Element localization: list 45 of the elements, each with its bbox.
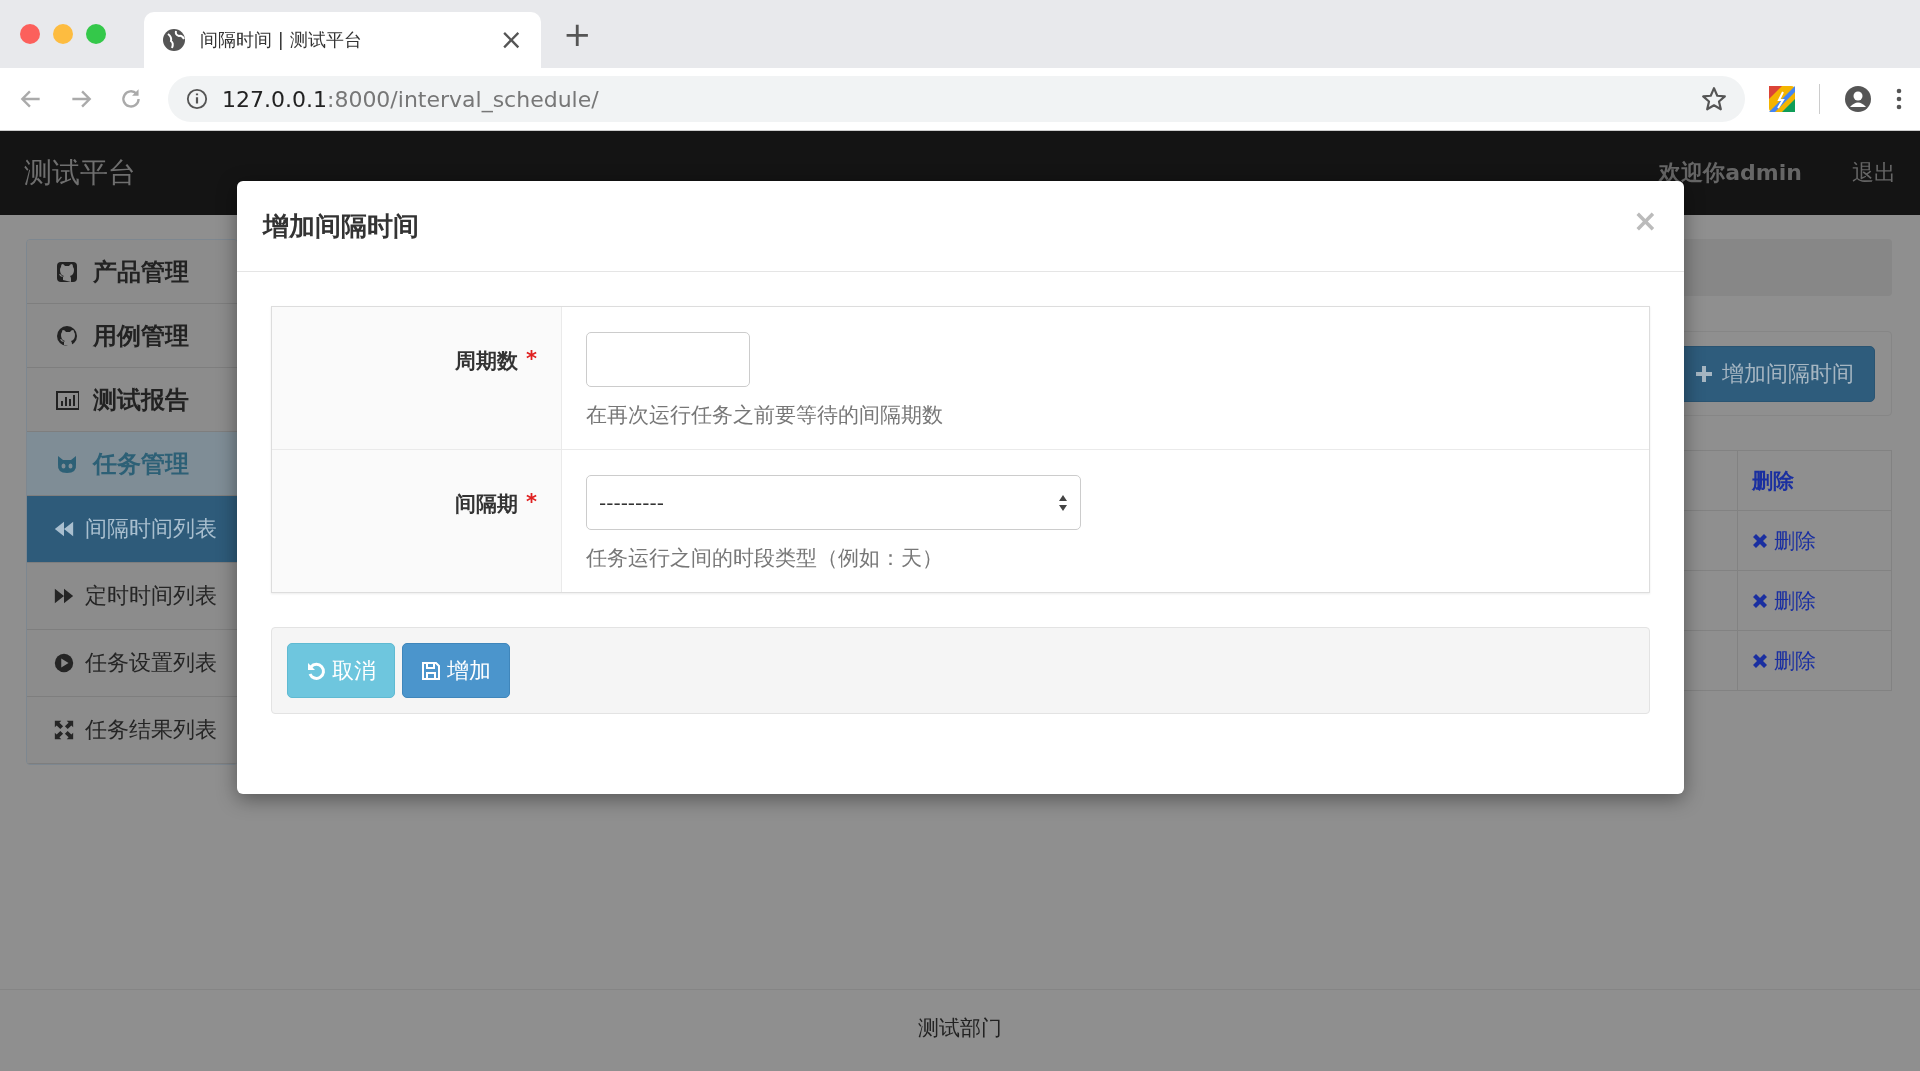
logout-link[interactable]: 退出 bbox=[1852, 158, 1896, 188]
minimize-window-icon[interactable] bbox=[53, 24, 73, 44]
cancel-button[interactable]: 取消 bbox=[287, 643, 395, 698]
expand-arrows-icon bbox=[53, 719, 75, 741]
select-field[interactable]: --------- bbox=[586, 475, 1081, 530]
modal-title: 增加间隔时间 bbox=[263, 209, 419, 243]
required-mark: * bbox=[526, 490, 537, 516]
x-icon bbox=[1752, 652, 1768, 669]
new-tab-button[interactable]: + bbox=[563, 17, 592, 51]
delete-link[interactable]: 删除 bbox=[1752, 586, 1816, 615]
extension-icon[interactable] bbox=[1769, 86, 1795, 112]
sidebar-item[interactable]: 任务管理 bbox=[27, 432, 237, 496]
star-icon[interactable] bbox=[1701, 86, 1727, 112]
maximize-window-icon[interactable] bbox=[86, 24, 106, 44]
help-text: 任务运行之间的时段类型（例如：天） bbox=[586, 545, 944, 572]
sidebar-subitem[interactable]: 间隔时间列表 bbox=[27, 496, 237, 563]
footer-text: 测试部门 bbox=[918, 1016, 1002, 1040]
delete-link[interactable]: 删除 bbox=[1752, 526, 1816, 555]
account-icon[interactable] bbox=[1844, 85, 1872, 113]
close-window-icon[interactable] bbox=[20, 24, 40, 44]
field-label: 周期数 bbox=[455, 348, 518, 375]
url-text: 127.0.0.1:8000/interval_schedule/ bbox=[222, 86, 600, 112]
tab-title: 间隔时间 | 测试平台 bbox=[200, 28, 363, 52]
input-field[interactable] bbox=[586, 332, 750, 387]
close-button[interactable]: × bbox=[1632, 203, 1658, 238]
field-label: 间隔期 bbox=[455, 491, 518, 518]
plus-icon bbox=[1694, 363, 1714, 384]
help-text: 在再次运行任务之前要等待的间隔期数 bbox=[586, 402, 944, 429]
undo-icon bbox=[306, 660, 326, 681]
close-tab-button[interactable]: × bbox=[499, 26, 523, 54]
x-icon bbox=[1752, 592, 1768, 609]
address-bar[interactable]: 127.0.0.1:8000/interval_schedule/ bbox=[168, 76, 1745, 122]
more-icon[interactable] bbox=[1896, 88, 1902, 110]
sidebar-item[interactable]: 产品管理 bbox=[27, 240, 237, 304]
x-icon bbox=[1752, 532, 1768, 549]
column-header: 删除 bbox=[1752, 467, 1794, 495]
github-icon bbox=[55, 323, 79, 348]
github-square-icon bbox=[55, 259, 79, 284]
play-circle-icon bbox=[53, 652, 75, 674]
globe-icon bbox=[162, 28, 186, 52]
delete-link[interactable]: 删除 bbox=[1752, 646, 1816, 675]
browser-tab[interactable]: 间隔时间 | 测试平台 × bbox=[144, 12, 541, 68]
info-icon bbox=[186, 88, 208, 110]
add-button[interactable]: 增加 bbox=[402, 643, 510, 698]
required-mark: * bbox=[526, 347, 537, 373]
